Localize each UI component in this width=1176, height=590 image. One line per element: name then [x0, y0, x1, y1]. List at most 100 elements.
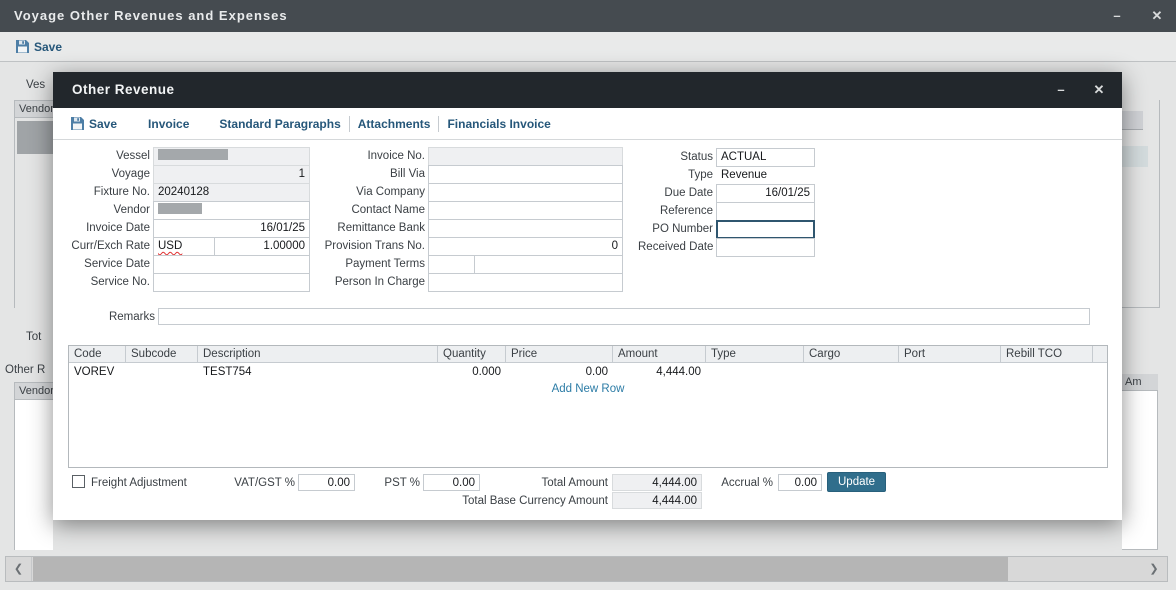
column-header-type[interactable]: Type	[706, 346, 804, 362]
via-company-label: Via Company	[323, 183, 425, 202]
po-number-field[interactable]	[716, 220, 815, 239]
background-total-label: Tot	[26, 331, 41, 343]
voyage-field[interactable]: 1	[153, 165, 310, 184]
form-column-middle: Invoice No. Bill Via Via Company Contact…	[323, 147, 623, 292]
redacted-vendor-cell	[17, 121, 54, 154]
type-label: Type	[638, 166, 713, 185]
fixture-no-field[interactable]: 20240128	[153, 183, 310, 202]
cell-cargo[interactable]	[804, 363, 899, 381]
currency-field[interactable]: USD	[153, 237, 215, 256]
invoice-no-label: Invoice No.	[323, 147, 425, 166]
column-header-cargo[interactable]: Cargo	[804, 346, 899, 362]
redacted-vendor-value	[158, 203, 202, 214]
window-toolbar: Save	[0, 32, 1176, 62]
remarks-row: Remarks	[55, 308, 1090, 326]
cell-quantity[interactable]: 0.000	[438, 363, 506, 381]
background-vessel-label: Ves	[26, 79, 45, 91]
service-no-field[interactable]	[153, 273, 310, 292]
column-header-price[interactable]: Price	[506, 346, 613, 362]
background-vendor-table: Vendor	[14, 100, 53, 308]
background-vendor-column-header: Vendor	[15, 101, 53, 118]
column-header-quantity[interactable]: Quantity	[438, 346, 506, 362]
save-button[interactable]: Save	[16, 40, 62, 54]
po-number-label: PO Number	[638, 220, 713, 239]
add-new-row-link[interactable]: Add New Row	[69, 383, 1107, 395]
total-base-currency-field: 4,444.00	[612, 492, 702, 509]
dialog-close-icon[interactable]: ✕	[1086, 72, 1112, 108]
line-items-grid: Code Subcode Description Quantity Price …	[68, 345, 1108, 468]
column-header-code[interactable]: Code	[69, 346, 126, 362]
person-in-charge-label: Person In Charge	[323, 273, 425, 292]
exchange-rate-field[interactable]: 1.00000	[214, 237, 310, 256]
standard-paragraphs-button[interactable]: Standard Paragraphs	[219, 117, 340, 131]
reference-field[interactable]	[716, 202, 815, 221]
column-header-port[interactable]: Port	[899, 346, 1001, 362]
cell-price[interactable]: 0.00	[506, 363, 613, 381]
cell-port[interactable]	[899, 363, 1001, 381]
service-date-field[interactable]	[153, 255, 310, 274]
contact-name-field[interactable]	[428, 201, 623, 220]
total-amount-field: 4,444.00	[612, 474, 702, 491]
scrollbar-thumb[interactable]	[33, 557, 1008, 581]
bill-via-label: Bill Via	[323, 165, 425, 184]
remarks-field[interactable]	[158, 308, 1090, 325]
remittance-bank-field[interactable]	[428, 219, 623, 238]
dialog-save-label: Save	[89, 117, 117, 131]
financials-invoice-button[interactable]: Financials Invoice	[447, 117, 550, 131]
form-column-left: Vessel Voyage1 Fixture No.20240128 Vendo…	[55, 147, 310, 292]
cell-amount[interactable]: 4,444.00	[613, 363, 706, 381]
cell-description[interactable]: TEST754	[198, 363, 438, 381]
invoice-no-field[interactable]	[428, 147, 623, 166]
column-header-description[interactable]: Description	[198, 346, 438, 362]
received-date-field[interactable]	[716, 238, 815, 257]
scroll-right-icon[interactable]: ❯	[1141, 557, 1167, 581]
vendor-field[interactable]	[153, 201, 310, 220]
column-header-amount[interactable]: Amount	[613, 346, 706, 362]
bill-via-field[interactable]	[428, 165, 623, 184]
accrual-field[interactable]: 0.00	[778, 474, 822, 491]
dialog-save-button[interactable]: Save	[71, 117, 117, 131]
dialog-minimize-icon[interactable]: –	[1048, 72, 1074, 108]
background-other-revenue-label: Other R	[5, 364, 45, 376]
vessel-label: Vessel	[55, 147, 150, 166]
curr-exch-rate-label: Curr/Exch Rate	[55, 237, 150, 256]
vat-gst-field[interactable]: 0.00	[298, 474, 355, 491]
provision-trans-no-field[interactable]: 0	[428, 237, 623, 256]
other-revenue-dialog: Other Revenue – ✕ Save Invoice Standard …	[53, 72, 1122, 520]
cell-subcode[interactable]	[126, 363, 198, 381]
window-titlebar: Voyage Other Revenues and Expenses – ✕	[0, 0, 1176, 32]
window-close-icon[interactable]: ✕	[1144, 0, 1170, 32]
background-other-vendor-table: Vendor	[14, 382, 53, 550]
column-header-subcode[interactable]: Subcode	[126, 346, 198, 362]
payment-terms-desc-field[interactable]	[474, 255, 623, 274]
invoice-button[interactable]: Invoice	[148, 117, 189, 131]
window-minimize-icon[interactable]: –	[1104, 0, 1130, 32]
cell-code[interactable]: VOREV	[69, 363, 126, 381]
background-vendor-column-header-2: Vendor	[15, 383, 53, 400]
payment-terms-code-field[interactable]	[428, 255, 475, 274]
invoice-date-field[interactable]: 16/01/25	[153, 219, 310, 238]
fixture-no-label: Fixture No.	[55, 183, 150, 202]
vessel-field[interactable]	[153, 147, 310, 166]
invoice-date-label: Invoice Date	[55, 219, 150, 238]
window-title: Voyage Other Revenues and Expenses	[14, 0, 288, 32]
freight-adjustment-checkbox[interactable]	[72, 475, 85, 488]
scroll-left-icon[interactable]: ❮	[6, 557, 32, 581]
table-row[interactable]: VOREV TEST754 0.000 0.00 4,444.00	[69, 363, 1107, 381]
toolbar-divider	[438, 116, 439, 132]
cell-type[interactable]	[706, 363, 804, 381]
horizontal-scrollbar[interactable]: ❮ ❯	[5, 556, 1168, 582]
update-button[interactable]: Update	[827, 472, 886, 492]
due-date-field[interactable]: 16/01/25	[716, 184, 815, 203]
redacted-vessel-value	[158, 149, 228, 160]
column-header-rebill-tco[interactable]: Rebill TCO	[1001, 346, 1093, 362]
attachments-button[interactable]: Attachments	[358, 117, 431, 131]
pst-field[interactable]: 0.00	[423, 474, 480, 491]
cell-rebill-tco[interactable]	[1001, 363, 1093, 381]
via-company-field[interactable]	[428, 183, 623, 202]
save-icon	[16, 40, 29, 53]
status-field[interactable]: ACTUAL	[716, 148, 815, 167]
person-in-charge-field[interactable]	[428, 273, 623, 292]
type-field[interactable]: Revenue	[716, 166, 815, 185]
save-label: Save	[34, 40, 62, 54]
